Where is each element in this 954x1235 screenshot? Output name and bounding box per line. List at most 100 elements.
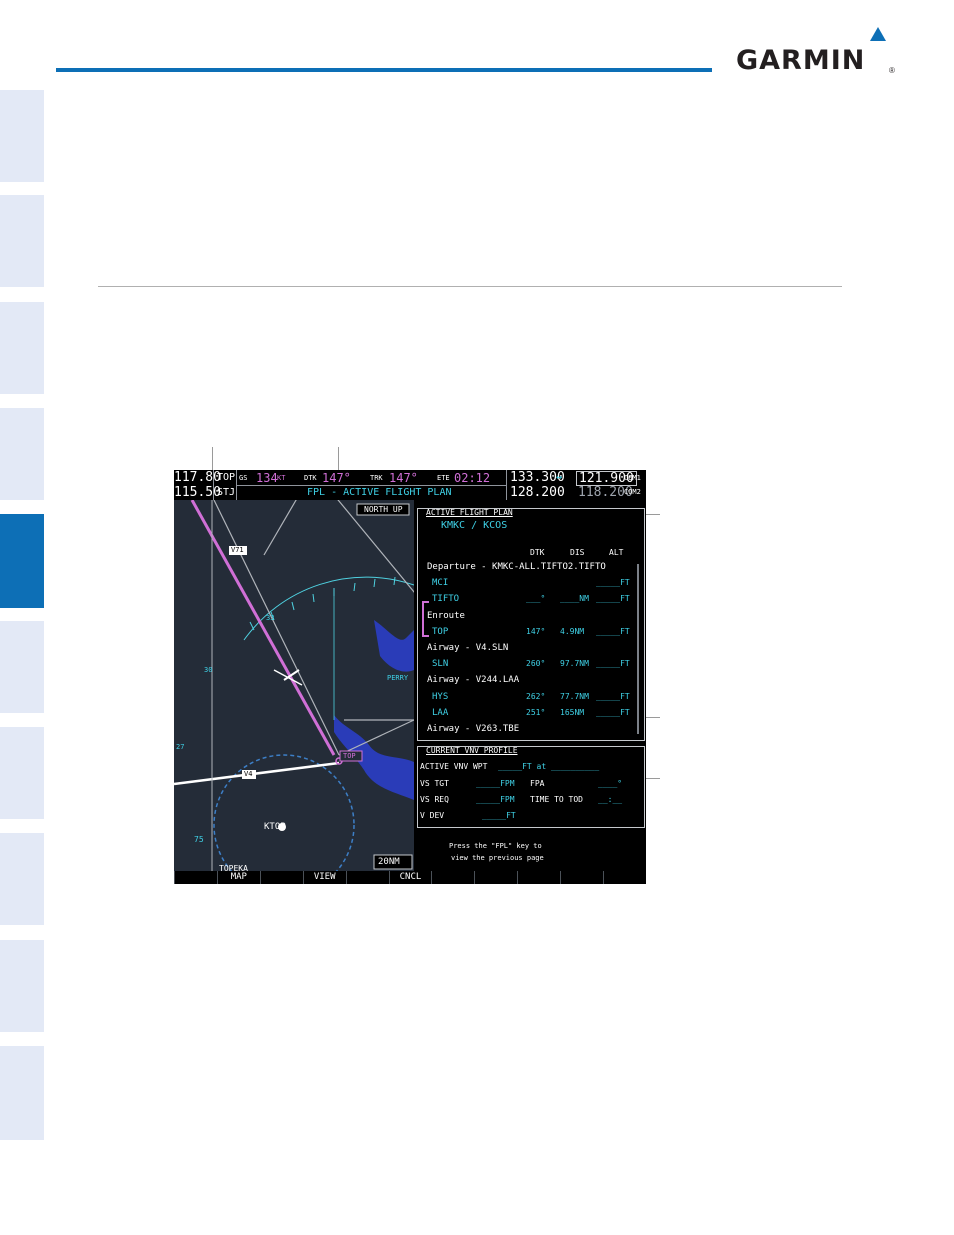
fpl-alt-value: _____FT [596,707,630,717]
softkey-5[interactable] [345,871,389,884]
gs-label: GS [239,474,248,482]
fpl-scrollbar[interactable] [637,564,639,734]
ete-label: ETE [437,474,450,482]
fpl-dis-value: ____NM [560,594,589,604]
hint-line-2: view the previous page [451,854,544,862]
vnv-fpa-value: ____° [598,779,623,788]
airway-label-v4: V4 [244,770,253,778]
fpl-section-header[interactable]: Airway - V4.SLN [427,644,508,653]
dtk-value: 147° [322,471,351,485]
softkey-1[interactable] [174,871,217,884]
vnv-vdev-value: _____FT [482,811,516,820]
softkey-2[interactable]: MAP [216,871,260,884]
divider [236,485,506,486]
callout-line [646,778,660,779]
fpl-dis-value: 77.7NM [560,691,589,701]
hint-line-1: Press the "FPL" key to [449,842,542,850]
fpl-dis-value: 165NM [560,707,585,717]
sidebar-tab-5-active[interactable] [0,514,44,608]
com-swap-icon[interactable]: ↔ [556,473,562,483]
highway-label-75: 75 [194,835,204,844]
fpl-alt-value: _____FT [596,578,630,588]
header-rule [56,68,712,72]
fpl-section-header[interactable]: Departure - KMKC-ALL.TIFTO2.TIFTO [427,563,606,572]
sidebar-tab-8[interactable] [0,833,44,925]
airport-label-ktop: KTOP [264,822,286,832]
fpl-waypoint[interactable]: HYS [432,692,448,702]
fpl-dtk-value: 260° [526,659,546,669]
garmin-logo: GARMIN [736,45,866,76]
ete-value: 02:12 [454,471,491,485]
softkey-4[interactable]: VIEW [302,871,346,884]
nav1-frequency[interactable]: 117.80 [174,471,221,484]
fpl-alt-value: _____FT [596,691,630,701]
section-divider [98,286,842,287]
compass-label-30: 30 [204,666,213,674]
page-title: FPL - ACTIVE FLIGHT PLAN [307,487,452,498]
fpl-col-alt: ALT [609,548,624,557]
fpl-waypoint[interactable]: MCI [432,579,448,588]
fpl-section-header[interactable]: Airway - V263.TBE [427,725,519,734]
fpl-dtk-value: 147° [526,626,546,636]
vnv-active-wpt-value: _____FT at __________ [498,762,600,771]
sidebar-tab-3[interactable] [0,302,44,394]
callout-line [338,447,339,471]
fpl-dis-value: 4.9NM [560,626,585,636]
fpl-section-header[interactable]: Enroute [427,611,465,621]
softkey-8[interactable] [474,871,518,884]
trk-value: 147° [389,471,418,485]
softkey-10[interactable] [560,871,604,884]
fpl-col-dis: DIS [570,548,585,557]
softkey-11[interactable] [603,871,646,884]
trk-label: TRK [370,474,383,482]
fpl-dtk-value: 262° [526,691,546,701]
softkey-6[interactable]: CNCL VNV [388,871,432,884]
vnv-vs-tgt-label: VS TGT [420,779,449,788]
sidebar-tab-10[interactable] [0,1046,44,1140]
softkey-3[interactable] [259,871,303,884]
fpl-col-dtk: DTK [530,548,545,557]
waypoint-label-top: TOP [343,752,356,760]
fpl-alt-value: _____FT [596,626,630,636]
fpl-dtk-value: ___° [526,594,546,604]
gs-unit: KT [277,474,286,482]
fpl-box-title: ACTIVE FLIGHT PLAN [426,508,513,517]
softkey-7[interactable] [431,871,475,884]
active-flight-plan-box [417,508,645,741]
vnv-box-title: CURRENT VNV PROFILE [426,746,518,755]
compass-label-33: 33 [266,614,275,622]
map-range[interactable]: 20NM [378,858,400,867]
fpl-alt-value: _____FT [596,659,630,669]
compass-label-27: 27 [176,743,185,751]
fpl-waypoint[interactable]: TOP [432,627,448,637]
callout-line [646,717,660,718]
sidebar-tab-9[interactable] [0,940,44,1032]
vnv-vdev-label: V DEV [420,811,445,820]
com2-active[interactable]: 128.200 [510,486,565,499]
fpl-dtk-value: 251° [526,707,546,717]
sidebar-tab-2[interactable] [0,195,44,287]
callout-line [646,514,660,515]
mfd-screenshot: NORTH UP V71 V4 TOP KTOP PERRY TOPEKA 20… [174,470,646,884]
vnv-vs-req-value: _____FPM [476,795,515,804]
nav2-frequency[interactable]: 115.50 [174,486,221,499]
com1-label: COM1 [624,474,641,482]
airway-label-v71: V71 [231,546,244,554]
active-leg-bracket [422,601,429,637]
sidebar-tab-1[interactable] [0,90,44,182]
dtk-label: DTK [304,474,317,482]
sidebar-tab-7[interactable] [0,727,44,819]
fpl-section-header[interactable]: Airway - V244.LAA [427,676,519,685]
sidebar-tab-6[interactable] [0,621,44,713]
nav2-ident: STJ [217,487,236,498]
vnv-active-wpt-label: ACTIVE VNV WPT [420,762,488,771]
vnv-vs-req-label: VS REQ [420,795,449,804]
sidebar-tab-4[interactable] [0,408,44,500]
fpl-waypoint[interactable]: SLN [432,660,448,669]
nav1-ident: TOP [217,472,236,483]
fpl-waypoint[interactable]: TIFTO [432,595,459,604]
map-orientation[interactable]: NORTH UP [364,506,403,514]
garmin-delta-icon [870,27,886,41]
softkey-9[interactable] [517,871,561,884]
fpl-waypoint[interactable]: LAA [432,708,448,718]
